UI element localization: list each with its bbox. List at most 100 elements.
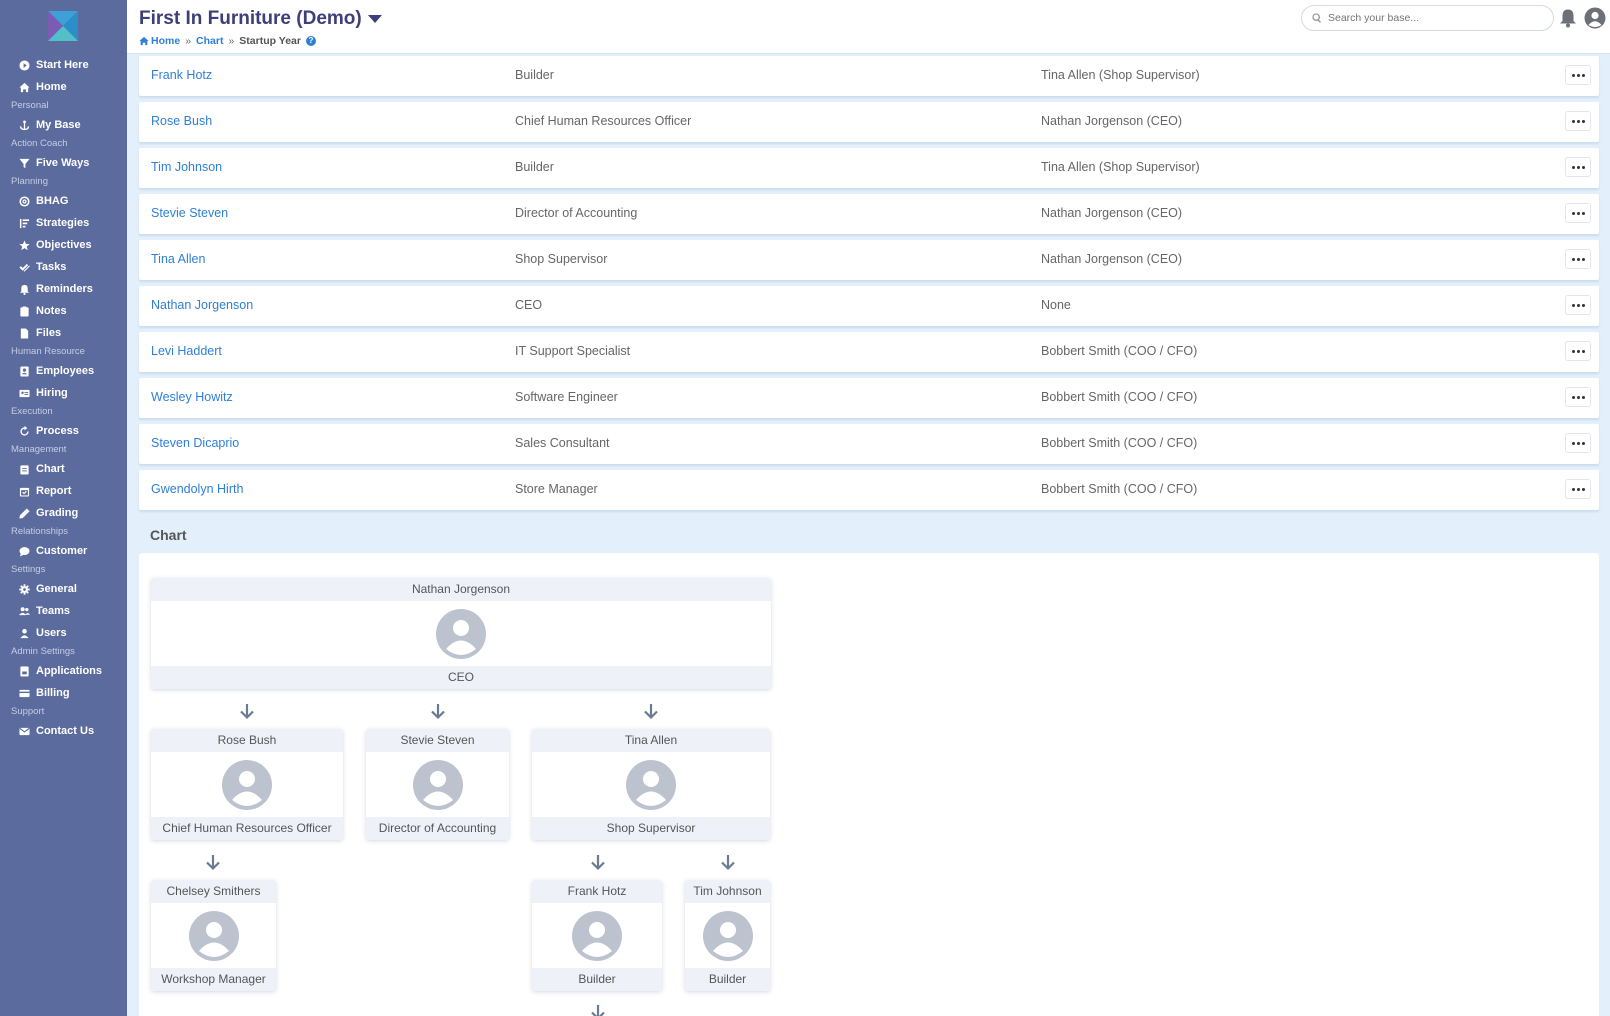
sidebar-item-applications[interactable]: Applications xyxy=(0,660,127,682)
row-more-button[interactable] xyxy=(1565,295,1591,315)
row-more-button[interactable] xyxy=(1565,111,1591,131)
sidebar-item-contact-us[interactable]: Contact Us xyxy=(0,720,127,742)
employee-name-link[interactable]: Steven Dicaprio xyxy=(151,436,239,450)
breadcrumb-chart-link[interactable]: Chart xyxy=(196,35,223,47)
employee-position: Builder xyxy=(515,68,554,82)
org-node-tina[interactable]: Tina Allen Shop Supervisor xyxy=(532,729,770,840)
search-input[interactable] xyxy=(1328,12,1548,24)
sidebar-item-billing[interactable]: Billing xyxy=(0,682,127,704)
sidebar-item-label: Chart xyxy=(36,463,65,475)
employee-position: Store Manager xyxy=(515,482,598,496)
employee-name-link[interactable]: Wesley Howitz xyxy=(151,390,233,404)
ellipsis-icon xyxy=(1571,211,1575,215)
question-circle-icon[interactable]: ? xyxy=(305,36,316,46)
ellipsis-icon xyxy=(1576,211,1580,215)
employee-supervisor: Tina Allen (Shop Supervisor) xyxy=(1041,160,1200,174)
sidebar-item-reminders[interactable]: Reminders xyxy=(0,278,127,300)
employee-supervisor: Nathan Jorgenson (CEO) xyxy=(1041,114,1183,128)
table-row: Frank Hotz Builder Tina Allen (Shop Supe… xyxy=(139,56,1599,96)
employee-supervisor: Nathan Jorgenson (CEO) xyxy=(1041,252,1183,266)
clipboard-icon xyxy=(18,305,30,317)
table-row: Tina Allen Shop Supervisor Nathan Jorgen… xyxy=(139,240,1599,280)
employee-supervisor: None xyxy=(1041,298,1071,312)
sidebar-item-bhag[interactable]: BHAG xyxy=(0,190,127,212)
employee-supervisor: Tina Allen (Shop Supervisor) xyxy=(1041,68,1200,82)
sidebar-item-general[interactable]: General xyxy=(0,578,127,600)
caret-down-icon xyxy=(367,15,382,23)
employee-name-link[interactable]: Rose Bush xyxy=(151,114,212,128)
employee-name-link[interactable]: Stevie Steven xyxy=(151,206,228,220)
avatar-placeholder-icon xyxy=(222,759,272,810)
avatar-placeholder-icon xyxy=(436,608,486,659)
table-row: Tim Johnson Builder Tina Allen (Shop Sup… xyxy=(139,148,1599,188)
employee-name-link[interactable]: Frank Hotz xyxy=(151,68,212,82)
ellipsis-icon xyxy=(1571,119,1575,123)
row-more-button[interactable] xyxy=(1565,433,1591,453)
users-icon xyxy=(18,605,30,617)
base-selector[interactable]: First In Furniture (Demo) xyxy=(139,8,382,30)
employee-name-link[interactable]: Tim Johnson xyxy=(151,160,222,174)
sidebar-item-files[interactable]: Files xyxy=(0,322,127,344)
id-card-icon xyxy=(18,387,30,399)
notification-bell-icon[interactable] xyxy=(1558,8,1578,28)
search-icon xyxy=(1312,13,1322,23)
sidebar-item-my-base[interactable]: My Base xyxy=(0,114,127,136)
row-more-button[interactable] xyxy=(1565,387,1591,407)
breadcrumb-home-link[interactable]: Home xyxy=(139,35,180,47)
org-node-nathan[interactable]: Nathan Jorgenson CEO xyxy=(151,578,771,689)
arrow-down-icon xyxy=(204,853,222,871)
ellipsis-icon xyxy=(1581,441,1585,445)
table-row: Gwendolyn Hirth Store Manager Bobbert Sm… xyxy=(139,470,1599,510)
sidebar-item-hiring[interactable]: Hiring xyxy=(0,382,127,404)
sidebar-item-chart[interactable]: Chart xyxy=(0,458,127,480)
org-node-frank[interactable]: Frank Hotz Builder xyxy=(532,880,662,991)
sidebar-section-relationships: Relationships xyxy=(11,526,69,537)
org-node-stevie[interactable]: Stevie Steven Director of Accounting xyxy=(366,729,509,840)
sidebar-item-users[interactable]: Users xyxy=(0,622,127,644)
envelope-icon xyxy=(18,725,30,737)
sidebar-section-action-coach: Action Coach xyxy=(11,138,68,149)
sidebar-item-process[interactable]: Process xyxy=(0,420,127,442)
user-avatar-icon[interactable] xyxy=(1584,7,1606,29)
anchor-icon xyxy=(18,119,30,131)
org-node-tim[interactable]: Tim Johnson Builder xyxy=(685,880,770,991)
ellipsis-icon xyxy=(1581,211,1585,215)
org-node-chelsey[interactable]: Chelsey Smithers Workshop Manager xyxy=(151,880,276,991)
row-more-button[interactable] xyxy=(1565,203,1591,223)
sidebar-item-teams[interactable]: Teams xyxy=(0,600,127,622)
sidebar-item-tasks[interactable]: Tasks xyxy=(0,256,127,278)
sidebar-item-employees[interactable]: Employees xyxy=(0,360,127,382)
employee-name-link[interactable]: Levi Haddert xyxy=(151,344,222,358)
sidebar-item-strategies[interactable]: Strategies xyxy=(0,212,127,234)
org-node-position: Workshop Manager xyxy=(151,968,276,991)
sidebar-item-home[interactable]: Home xyxy=(0,76,127,98)
row-more-button[interactable] xyxy=(1565,341,1591,361)
ellipsis-icon xyxy=(1576,487,1580,491)
org-node-rose[interactable]: Rose Bush Chief Human Resources Officer xyxy=(151,729,343,840)
sidebar-item-label: Strategies xyxy=(36,217,90,229)
row-more-button[interactable] xyxy=(1565,65,1591,85)
sidebar-item-objectives[interactable]: Objectives xyxy=(0,234,127,256)
ellipsis-icon xyxy=(1581,119,1585,123)
sidebar-item-customer[interactable]: Customer xyxy=(0,540,127,562)
row-more-button[interactable] xyxy=(1565,249,1591,269)
app-logo-icon[interactable] xyxy=(48,11,78,41)
sidebar-item-notes[interactable]: Notes xyxy=(0,300,127,322)
employee-name-link[interactable]: Tina Allen xyxy=(151,252,205,266)
employee-name-link[interactable]: Gwendolyn Hirth xyxy=(151,482,243,496)
ellipsis-icon xyxy=(1571,303,1575,307)
ellipsis-icon xyxy=(1571,349,1575,353)
sidebar-item-report[interactable]: Report xyxy=(0,480,127,502)
row-more-button[interactable] xyxy=(1565,157,1591,177)
sidebar-item-grading[interactable]: Grading xyxy=(0,502,127,524)
bell-icon xyxy=(18,283,30,295)
row-more-button[interactable] xyxy=(1565,479,1591,499)
sidebar-item-label: Grading xyxy=(36,507,79,519)
filter-icon xyxy=(18,157,30,169)
sidebar-item-five-ways[interactable]: Five Ways xyxy=(0,152,127,174)
employee-name-link[interactable]: Nathan Jorgenson xyxy=(151,298,253,312)
employee-position: Director of Accounting xyxy=(515,206,638,220)
employee-position: Sales Consultant xyxy=(515,436,610,450)
sidebar-item-start-here[interactable]: Start Here xyxy=(0,54,127,76)
org-node-position: Chief Human Resources Officer xyxy=(151,817,343,840)
